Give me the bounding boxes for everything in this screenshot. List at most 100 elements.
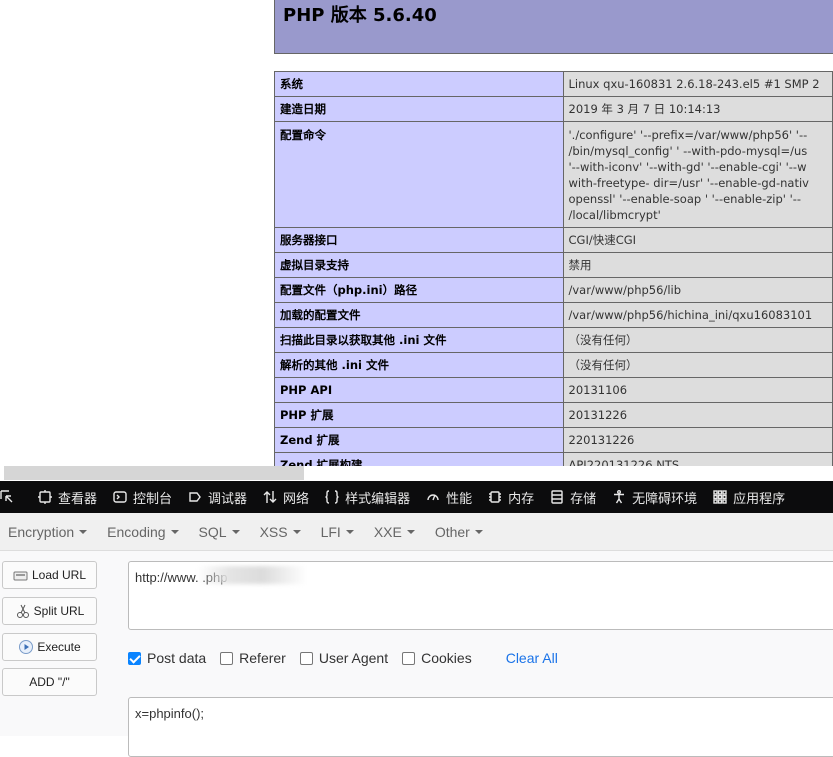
devtools-tab-label: 无障碍环境 (632, 490, 698, 506)
devtools-tab-label: 调试器 (208, 490, 248, 506)
devtools-tab-performance[interactable]: 性能 (418, 481, 480, 513)
chevron-down-icon (231, 529, 240, 534)
devtools-tab-inspector[interactable]: 查看器 (30, 481, 105, 513)
devtools-tab-application[interactable]: 应用程序 (705, 481, 793, 513)
referer-option[interactable]: Referer (220, 650, 286, 666)
phpinfo-page: PHP 版本 5.6.40 系统 Linux qxu-160831 2.6.18-… (0, 0, 833, 466)
menu-xss[interactable]: XSS (260, 524, 301, 540)
info-key: PHP 扩展 (274, 402, 564, 428)
menu-lfi[interactable]: LFI (321, 524, 354, 540)
menu-label: LFI (320, 523, 341, 540)
add-slash-button[interactable]: ADD "/" (2, 668, 97, 696)
info-value: API220131226,NTS (562, 452, 833, 466)
clear-all-link[interactable]: Clear All (506, 650, 558, 666)
post-data-option[interactable]: Post data (128, 650, 206, 666)
info-value-line: openssl' '--enable-soap ' '--enable-zip'… (568, 192, 802, 206)
info-key: Zend 扩展 (274, 427, 564, 453)
info-value-line: （没有任何） (568, 358, 638, 372)
info-row: 系统 Linux qxu-160831 2.6.18-243.el5 #1 SMP… (274, 71, 833, 97)
user-agent-option[interactable]: User Agent (299, 650, 389, 666)
split-url-label: Split URL (33, 604, 85, 618)
info-row: 解析的其他 .ini 文件 （没有任何） (274, 352, 833, 378)
chevron-down-icon (406, 529, 415, 534)
horizontal-scrollbar[interactable] (4, 466, 304, 480)
devtools-tab-memory[interactable]: 内存 (480, 481, 542, 513)
referer-label: Referer (239, 650, 286, 666)
menu-encryption[interactable]: Encryption (8, 523, 88, 540)
info-value-line: Linux qxu-160831 2.6.18-243.el5 #1 SMP 2 (568, 77, 820, 91)
menu-label: SQL (198, 523, 227, 540)
cookies-option[interactable]: Cookies (402, 650, 472, 666)
info-row: 配置命令 './configure' '--prefix=/var/www/php… (274, 121, 833, 228)
storage-icon (550, 490, 564, 504)
info-value-line: 2019 年 3 月 7 日 10:14:13 (568, 102, 721, 116)
post-data-checkbox[interactable] (128, 651, 141, 665)
chevron-down-icon (345, 529, 354, 534)
load-url-button[interactable]: Load URL (2, 561, 97, 589)
devtools-tab-label: 内存 (508, 490, 535, 506)
cookies-checkbox[interactable] (402, 651, 416, 665)
info-key: 建造日期 (274, 96, 564, 122)
devtools-tab-network[interactable]: 网络 (255, 481, 317, 513)
info-value-line: 禁用 (568, 258, 592, 272)
menu-xxe[interactable]: XXE (374, 524, 415, 540)
devtools-tab-label: 存储 (570, 490, 597, 506)
devtools-tab-label: 应用程序 (733, 490, 786, 506)
info-row: 配置文件（php.ini）路径/var/www/php56/lib (274, 277, 833, 303)
devtools-tab-style-editor[interactable]: 样式编辑器 (317, 481, 418, 513)
hackbar-panel: Encryption Encoding SQL XSS LFI XXE Other Load… (0, 513, 833, 757)
info-key: 配置文件（php.ini）路径 (274, 277, 564, 303)
user-agent-label: User Agent (318, 650, 389, 666)
info-value-line: CGI/快速CGI (568, 233, 637, 247)
info-value-line: '--with-iconv' '--with-gd' '--enable-cgi… (568, 160, 807, 174)
execute-button[interactable]: Execute (2, 633, 97, 661)
menu-sql[interactable]: SQL (199, 524, 240, 540)
play-icon (18, 639, 34, 655)
hackbar-menu: Encryption Encoding SQL XSS LFI XXE Other (0, 513, 833, 551)
info-key: 配置命令 (274, 121, 564, 228)
devtools-tab-debugger[interactable]: 调试器 (180, 481, 255, 513)
load-url-label: Load URL (31, 568, 87, 582)
info-value: CGI/快速CGI (562, 227, 833, 253)
menu-label: XXE (373, 523, 402, 540)
info-value: './configure' '--prefix=/var/www/php56' … (562, 121, 833, 228)
user-agent-checkbox[interactable] (299, 651, 313, 665)
info-value-line: /bin/mysql_config' ' --with-pdo-mysql=/u… (568, 144, 808, 158)
info-row: Zend 扩展 220131226 (274, 427, 833, 453)
url-input[interactable]: http://www. .php (128, 561, 833, 630)
info-value-line: 20131106 (568, 383, 628, 397)
menu-other[interactable]: Other (435, 524, 483, 540)
info-value: 220131226 (562, 427, 833, 453)
memory-icon (488, 490, 502, 504)
performance-icon (426, 490, 440, 504)
info-key: PHP API (274, 377, 564, 403)
info-key: 服务器接口 (274, 227, 564, 253)
hackbar-options: Post data Referer User Agent Cookies Cle… (128, 650, 558, 666)
info-row: 虚拟目录支持 禁用 (274, 252, 833, 278)
info-row: 服务器接口 CGI/快速CGI (274, 227, 833, 253)
menu-encoding[interactable]: Encoding (107, 523, 179, 540)
devtools-tab-storage[interactable]: 存储 (542, 481, 604, 513)
devtools-tab-console[interactable]: 控制台 (105, 481, 180, 513)
devtools-tab-accessibility[interactable]: 无障碍环境 (604, 481, 705, 513)
referer-checkbox[interactable] (220, 651, 234, 665)
info-value: 2019 年 3 月 7 日 10:14:13 (562, 96, 833, 122)
info-value: Linux qxu-160831 2.6.18-243.el5 #1 SMP 2 (562, 71, 833, 97)
info-value-line: （没有任何） (568, 333, 638, 347)
info-value-line: 20131226 (568, 408, 628, 422)
network-icon (263, 490, 277, 504)
chevron-down-icon (79, 529, 88, 534)
devtools-tab-bar: 查看器 控制台 调试器 网络 样式编辑器 性能 内存 存储 无障碍环境 应用程序 (0, 481, 833, 513)
info-value-line: /var/www/php56/hichina_ini/qxu16083101 (568, 308, 813, 322)
menu-label: Encoding (107, 523, 166, 540)
php-version-header: PHP 版本 5.6.40 (274, 0, 833, 54)
console-icon (113, 490, 127, 504)
debugger-icon (188, 490, 202, 504)
add-slash-label: ADD "/" (29, 675, 70, 689)
info-key: 解析的其他 .ini 文件 (274, 352, 564, 378)
post-data-input[interactable]: x=phpinfo(); (128, 697, 833, 757)
split-url-button[interactable]: Split URL (2, 597, 97, 625)
element-picker-icon[interactable] (0, 481, 30, 513)
load-url-icon (13, 567, 29, 583)
menu-label: Encryption (8, 523, 75, 540)
